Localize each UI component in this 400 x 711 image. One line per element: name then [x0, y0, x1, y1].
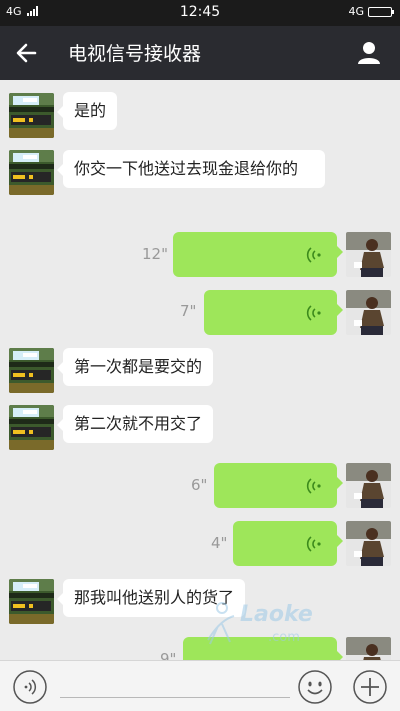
- incoming-text-bubble[interactable]: 第一次都是要交的: [56, 348, 214, 386]
- message-input[interactable]: [60, 697, 290, 698]
- chat-input-bar: [0, 660, 400, 711]
- contact-avatar[interactable]: [9, 348, 54, 393]
- voice-toggle-button[interactable]: [12, 669, 48, 705]
- my-avatar[interactable]: [346, 463, 391, 508]
- voice-duration: 4": [211, 534, 228, 552]
- voice-duration: 12": [142, 245, 168, 263]
- voice-duration: 7": [180, 302, 197, 320]
- person-icon: [358, 42, 380, 64]
- message-text: 你交一下他送过去现金退给你的: [74, 159, 299, 178]
- runner-icon: [207, 602, 235, 645]
- arrow-left-icon: [16, 43, 37, 63]
- voice-wave-icon: [306, 305, 321, 321]
- voice-wave-icon: [306, 247, 321, 263]
- status-time: 12:45: [179, 4, 221, 20]
- chat-header: 电视信号接收器: [0, 26, 400, 80]
- contact-avatar[interactable]: [9, 405, 54, 450]
- voice-wave-icon: [306, 478, 321, 494]
- watermark-logo: Laoke .com: [200, 600, 350, 660]
- voice-wave-icon: [306, 536, 321, 552]
- status-right: 4G: [348, 5, 394, 18]
- outgoing-voice-bubble[interactable]: [173, 232, 343, 277]
- profile-button[interactable]: [352, 36, 386, 70]
- incoming-text-bubble[interactable]: 第二次就不用交了: [56, 405, 214, 443]
- message-text: 第二次就不用交了: [74, 414, 203, 433]
- watermark-text: Laoke: [240, 602, 313, 627]
- incoming-text-bubble[interactable]: 是的: [56, 92, 118, 130]
- outgoing-voice-bubble[interactable]: [214, 463, 343, 508]
- contact-avatar[interactable]: [9, 150, 54, 195]
- plus-icon: [353, 670, 387, 704]
- my-avatar[interactable]: [346, 290, 391, 335]
- message-text: 是的: [74, 101, 107, 120]
- network-type-right: 4G: [348, 5, 364, 18]
- voice-icon: [13, 670, 47, 704]
- my-avatar[interactable]: [346, 232, 391, 277]
- watermark-subtext: .com: [268, 630, 300, 645]
- outgoing-voice-bubble[interactable]: [204, 290, 343, 335]
- message-text: 第一次都是要交的: [74, 357, 203, 376]
- incoming-text-bubble[interactable]: 你交一下他送过去现金退给你的: [57, 150, 325, 188]
- voice-duration: 6": [191, 476, 208, 494]
- battery-icon: [368, 6, 394, 17]
- status-bar: 4G 12:45 4G: [0, 0, 400, 26]
- more-button[interactable]: [352, 669, 388, 705]
- back-button[interactable]: [10, 36, 44, 70]
- emoji-button[interactable]: [297, 669, 333, 705]
- my-avatar[interactable]: [346, 521, 391, 566]
- chat-title: 电视信号接收器: [68, 43, 202, 65]
- outgoing-voice-bubble[interactable]: [233, 521, 343, 566]
- emoji-icon: [298, 670, 332, 704]
- contact-avatar[interactable]: [9, 93, 54, 138]
- contact-avatar[interactable]: [9, 579, 54, 624]
